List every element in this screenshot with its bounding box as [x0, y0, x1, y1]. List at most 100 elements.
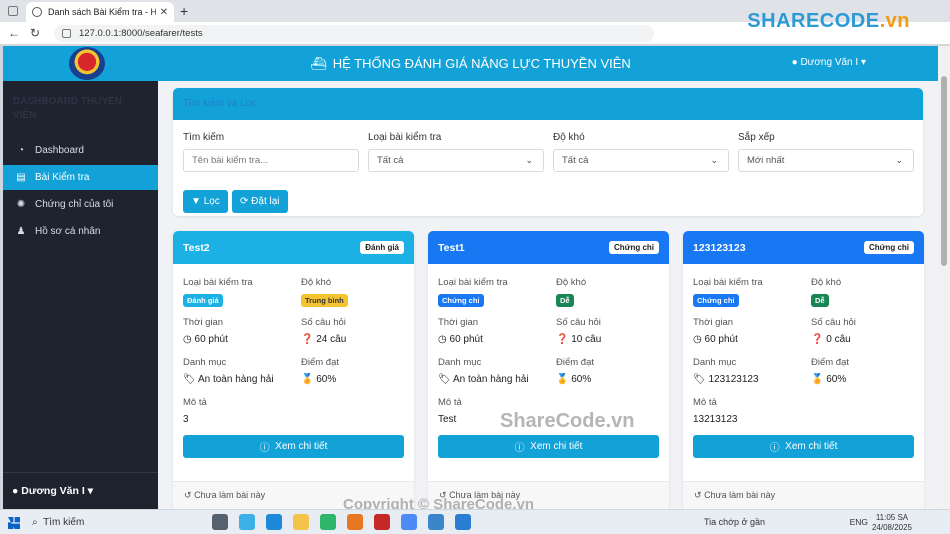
folder-icon[interactable]	[293, 514, 309, 530]
view-detail-label: Xem chi tiết	[530, 441, 583, 452]
task-view-icon[interactable]	[212, 514, 228, 530]
field-label: Độ khó	[811, 277, 842, 288]
questions-field: Số câu hỏi ❓ 24 câu	[301, 317, 346, 345]
sort-group: Sắp xếp Mới nhất ⌄	[738, 132, 914, 172]
user-menu[interactable]: ● Dương Văn I ▾	[792, 57, 866, 68]
scrollbar[interactable]	[938, 46, 950, 509]
category-field: Danh mục 🏷 123123123	[693, 357, 759, 385]
difficulty-pill: Dễ	[556, 294, 574, 307]
sort-select-value: Mới nhất	[747, 155, 785, 166]
back-icon[interactable]: ←	[8, 26, 22, 40]
pass-value: 60%	[826, 374, 847, 385]
tab-list-icon[interactable]	[8, 6, 18, 16]
type-group: Loại bài kiểm tra Tất cả ⌄	[368, 132, 544, 172]
test-card-header: Test2 Đánh giá	[173, 231, 414, 264]
sidebar-item-dashboard[interactable]: ◔ Dashboard	[3, 138, 158, 163]
pass-value: 60%	[571, 374, 592, 385]
ship-icon: ⛴	[310, 56, 327, 71]
field-label: Loại bài kiểm tra	[438, 277, 508, 288]
app-icon[interactable]	[428, 514, 444, 530]
type-field: Loại bài kiểm tra Chứng chỉ	[693, 277, 763, 307]
sharecode-logo: SHARECODE.vn	[747, 10, 910, 32]
edge-icon[interactable]	[266, 514, 282, 530]
browser-tab[interactable]: Danh sách Bài Kiểm tra - Hệ thống ✕	[26, 2, 174, 22]
opera-icon[interactable]	[374, 514, 390, 530]
reset-button[interactable]: ⟳ Đặt lại	[232, 190, 288, 213]
weather-widget[interactable]: Tia chớp ở gần	[704, 517, 765, 527]
type-field: Loại bài kiểm tra Đánh giá	[183, 277, 253, 307]
scrollbar-thumb[interactable]	[941, 76, 947, 266]
info-icon: ⓘ	[259, 443, 270, 454]
sidebar-user-menu[interactable]: ● Dương Văn I ▾	[12, 485, 93, 497]
time-field: Thời gian ◷ 60 phút	[183, 317, 228, 345]
test-name: Test1	[438, 241, 465, 254]
chevron-down-icon: ⌄	[895, 155, 903, 165]
chrome-icon[interactable]	[401, 514, 417, 530]
reload-icon[interactable]: ↻	[30, 26, 44, 40]
clock[interactable]: 11:05 SA 24/08/2025	[872, 513, 912, 533]
search-input[interactable]: Tên bài kiểm tra...	[183, 149, 359, 172]
user-icon: ♟	[16, 226, 26, 237]
sidebar-item-profile[interactable]: ♟ Hồ sơ cá nhân	[3, 219, 158, 244]
difficulty-field: Độ khó Trung bình	[301, 277, 348, 307]
search-placeholder: Tên bài kiểm tra...	[192, 155, 269, 166]
filter-panel: Tìm kiếm và Lọc Tìm kiếm Tên bài kiểm tr…	[173, 88, 923, 216]
copilot-icon[interactable]	[239, 514, 255, 530]
difficulty-label: Độ khó	[553, 132, 585, 143]
tag-icon: 🏷	[693, 374, 706, 385]
filter-button[interactable]: ▼ Lọc	[183, 190, 228, 213]
field-label: Thời gian	[183, 317, 224, 328]
browser-tab-title: Danh sách Bài Kiểm tra - Hệ thống	[48, 7, 156, 17]
sidebar-item-certificates[interactable]: ✺ Chứng chỉ của tôi	[3, 192, 158, 217]
vscode-icon[interactable]	[455, 514, 471, 530]
time-value: 60 phút	[704, 334, 738, 345]
sort-select[interactable]: Mới nhất ⌄	[738, 149, 914, 172]
taskbar-search[interactable]: ⌕ Tìm kiếm	[32, 513, 162, 532]
field-label: Loại bài kiểm tra	[183, 277, 253, 288]
language-indicator[interactable]: ENG	[850, 517, 868, 527]
field-label: Mô tả	[183, 397, 207, 408]
app-icon[interactable]	[347, 514, 363, 530]
difficulty-field: Độ khó Dễ	[811, 277, 841, 307]
field-label: Số câu hỏi	[811, 317, 856, 328]
app-icon[interactable]	[320, 514, 336, 530]
close-tab-icon[interactable]: ✕	[160, 7, 168, 18]
test-type-badge: Chứng chỉ	[608, 241, 659, 254]
difficulty-field: Độ khó Dễ	[556, 277, 586, 307]
pass-field: Điểm đạt 🏅 60%	[811, 357, 849, 385]
sidebar-item-label: Dashboard	[35, 145, 84, 156]
view-detail-button[interactable]: ⓘ Xem chi tiết	[183, 435, 404, 458]
search-label: Tìm kiếm	[183, 132, 225, 143]
difficulty-select[interactable]: Tất cả ⌄	[553, 149, 729, 172]
field-label: Số câu hỏi	[301, 317, 346, 328]
view-detail-button[interactable]: ⓘ Xem chi tiết	[438, 435, 659, 458]
windows-start-icon[interactable]	[8, 517, 20, 529]
question-icon: ❓	[556, 334, 569, 345]
questions-field: Số câu hỏi ❓ 0 câu	[811, 317, 856, 345]
url-field[interactable]: 127.0.0.1:8000/seafarer/tests	[54, 24, 654, 42]
category-value: An toàn hàng hải	[197, 374, 274, 385]
gauge-icon: ◔	[17, 145, 25, 156]
category-field: Danh mục 🏷 An toàn hàng hải	[438, 357, 529, 385]
field-label: Mô tả	[438, 397, 462, 408]
tag-icon: 🏷	[183, 374, 196, 385]
clock-icon: ◷	[183, 334, 192, 345]
field-label: Danh mục	[438, 357, 482, 368]
site-info-icon[interactable]	[62, 28, 71, 38]
sidebar-item-tests[interactable]: ▤ Bài Kiểm tra	[3, 165, 158, 190]
field-label: Số câu hỏi	[556, 317, 601, 328]
new-tab-icon[interactable]: +	[180, 3, 188, 19]
clock-time: 11:05 SA	[875, 513, 909, 522]
category-field: Danh mục 🏷 An toàn hàng hải	[183, 357, 274, 385]
field-label: Thời gian	[693, 317, 734, 328]
field-label: Điểm đạt	[301, 357, 340, 368]
difficulty-pill: Trung bình	[301, 294, 348, 307]
history-icon: ↺	[184, 490, 192, 500]
type-pill: Chứng chỉ	[438, 294, 484, 307]
filter-title: Tìm kiếm và Lọc	[173, 88, 923, 120]
category-value: 123123123	[708, 374, 759, 385]
clock-icon: ◷	[693, 334, 702, 345]
view-detail-button[interactable]: ⓘ Xem chi tiết	[693, 435, 914, 458]
clock-date: 24/08/2025	[871, 523, 912, 532]
type-select[interactable]: Tất cả ⌄	[368, 149, 544, 172]
